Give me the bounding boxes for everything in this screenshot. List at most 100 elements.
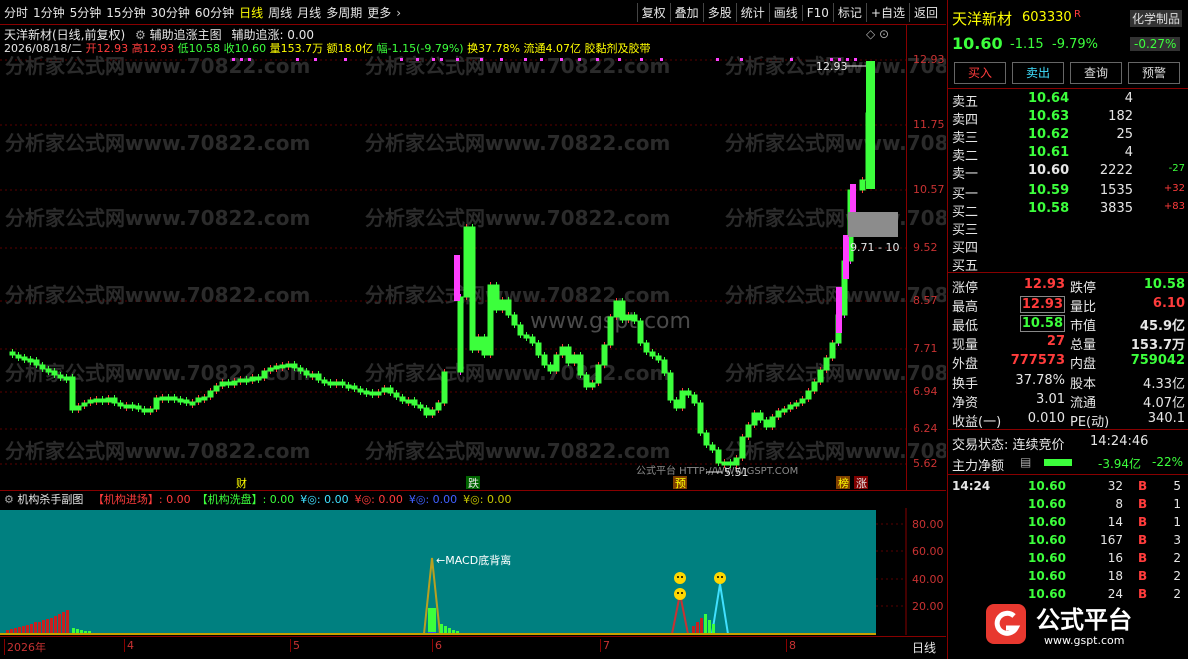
- stat-value: 3.01: [1036, 392, 1065, 407]
- stat-key: PE(动): [1070, 415, 1110, 430]
- book-price: 10.63: [1028, 109, 1070, 124]
- candle: [381, 387, 388, 393]
- tool-button-1[interactable]: 叠加: [669, 3, 703, 22]
- ask-row[interactable]: 卖五 10.64 4: [948, 90, 1188, 110]
- candle: [715, 449, 722, 464]
- period-tab-6[interactable]: 日线: [239, 4, 263, 21]
- period-tab-1[interactable]: 1分钟: [33, 4, 65, 21]
- date-tick: 8: [786, 639, 796, 652]
- tool-button-3[interactable]: 统计: [735, 3, 769, 22]
- watermark-text: 分析家公式网www.70822.com: [365, 131, 670, 155]
- candle: [709, 444, 716, 451]
- period-tab-3[interactable]: 15分钟: [106, 4, 145, 21]
- book-volume: 4: [1124, 145, 1133, 160]
- ask-row[interactable]: 卖四 10.63 182: [948, 108, 1188, 128]
- high-label: 12.93: [816, 60, 848, 73]
- candle: [757, 412, 764, 421]
- period-tab-8[interactable]: 月线: [297, 4, 321, 21]
- sub-bar: [42, 620, 45, 634]
- ask-row[interactable]: 卖三 10.62 25: [948, 126, 1188, 146]
- candle: [823, 357, 830, 371]
- tool-button-4[interactable]: 画线: [768, 3, 802, 22]
- sector-name[interactable]: 化学制品: [1130, 10, 1183, 27]
- sell-button[interactable]: 卖出: [1012, 62, 1064, 84]
- period-tab-5[interactable]: 60分钟: [195, 4, 234, 21]
- candle: [577, 354, 584, 376]
- event-marker[interactable]: 财: [236, 476, 247, 490]
- candle: [643, 342, 650, 353]
- tool-button-6[interactable]: 标记: [832, 3, 866, 22]
- tool-button-7[interactable]: +自选: [865, 3, 909, 22]
- tool-button-5[interactable]: F10: [801, 5, 833, 21]
- event-marker[interactable]: 预: [675, 477, 686, 490]
- event-marker[interactable]: 榜: [838, 476, 849, 490]
- ask-row[interactable]: 卖一 10.60 2222 -27: [948, 162, 1188, 182]
- query-button[interactable]: 查询: [1070, 62, 1122, 84]
- stat-value: 0.010: [1027, 411, 1065, 426]
- ask-row[interactable]: 卖二 10.61 4: [948, 144, 1188, 164]
- period-tab-4[interactable]: 30分钟: [151, 4, 190, 21]
- candle: [793, 402, 800, 407]
- bid-row[interactable]: 买一 10.59 1535 +32: [948, 182, 1188, 202]
- candle-last: [866, 61, 875, 189]
- watermark-text: 分析家公式网www.70822.com: [365, 206, 670, 230]
- candle: [601, 344, 608, 366]
- period-tab-0[interactable]: 分时: [4, 4, 28, 21]
- book-volume: 25: [1116, 127, 1133, 142]
- period-tab-9[interactable]: 多周期: [326, 4, 362, 21]
- tool-button-2[interactable]: 多股: [702, 3, 736, 22]
- gear-icon[interactable]: ⚙: [4, 493, 14, 506]
- event-marker[interactable]: 跌: [468, 476, 479, 490]
- candle: [111, 397, 118, 404]
- stat-value: 6.10: [1152, 296, 1185, 311]
- candle: [679, 390, 686, 409]
- tool-button-8[interactable]: 返回: [908, 3, 942, 22]
- signal-dot: [232, 58, 235, 61]
- period-tab-10[interactable]: 更多: [367, 4, 391, 21]
- bid-row[interactable]: 买四: [948, 236, 1188, 256]
- book-price: 10.60: [1028, 163, 1070, 178]
- book-volume: 182: [1108, 109, 1133, 124]
- sub-indicator-chart[interactable]: ⚙ 机构杀手副图 【机构进场】: 0.00 【机构洗盘】: 0.00 ¥◎: 0.0…: [0, 490, 946, 635]
- kline-chart[interactable]: 天洋新材(日线,前复权) ⚙ 辅助追涨主图 辅助追涨: 0.00 2026/08…: [0, 25, 946, 490]
- trade-state: 交易状态: 连续竞价: [952, 438, 1065, 453]
- candle: [321, 379, 328, 384]
- candle: [339, 381, 346, 386]
- tick-row: 10.60 18 B 2: [948, 568, 1188, 586]
- sub-bar: [58, 614, 61, 634]
- stat-row: 最低 10.58 市值 45.9亿: [948, 314, 1188, 334]
- buy-button[interactable]: 买入: [954, 62, 1006, 84]
- candle: [249, 376, 256, 382]
- candle: [787, 404, 794, 410]
- event-marker[interactable]: 涨: [856, 477, 867, 490]
- tick-side: B: [1138, 569, 1148, 583]
- bid-row[interactable]: 买五: [948, 254, 1188, 274]
- sub-tick: 20.00: [912, 600, 944, 613]
- signal-dot: [248, 58, 251, 61]
- tool-button-0[interactable]: 复权: [636, 3, 670, 22]
- alert-button[interactable]: 预警: [1128, 62, 1180, 84]
- period-tab-7[interactable]: 周线: [268, 4, 292, 21]
- candle: [417, 404, 424, 409]
- price-band: [848, 212, 898, 237]
- signal-dot: [740, 58, 743, 61]
- menu-icon[interactable]: ▤: [1020, 455, 1031, 469]
- candle: [171, 396, 178, 401]
- candle: [225, 381, 232, 386]
- stat-key: 最低: [952, 319, 979, 334]
- sub-title[interactable]: 机构杀手副图: [17, 493, 83, 506]
- date-axis: 日线 2026年 4 5 6 7 8: [0, 636, 946, 659]
- bid-row[interactable]: 买三: [948, 218, 1188, 238]
- candle: [631, 314, 638, 322]
- smiley-icon: [674, 588, 686, 600]
- bid-row[interactable]: 买二 10.58 3835 +83: [948, 200, 1188, 220]
- candle: [375, 391, 382, 396]
- period-tab-2[interactable]: 5分钟: [70, 4, 102, 21]
- tick-price: 10.60: [1028, 479, 1066, 493]
- signal-dot: [524, 58, 527, 61]
- stat-value: 12.93: [1023, 277, 1065, 292]
- chevron-right-icon[interactable]: ›: [396, 6, 401, 20]
- candle: [177, 398, 184, 403]
- candle: [733, 457, 740, 466]
- stock-name: 天洋新材: [952, 10, 1013, 28]
